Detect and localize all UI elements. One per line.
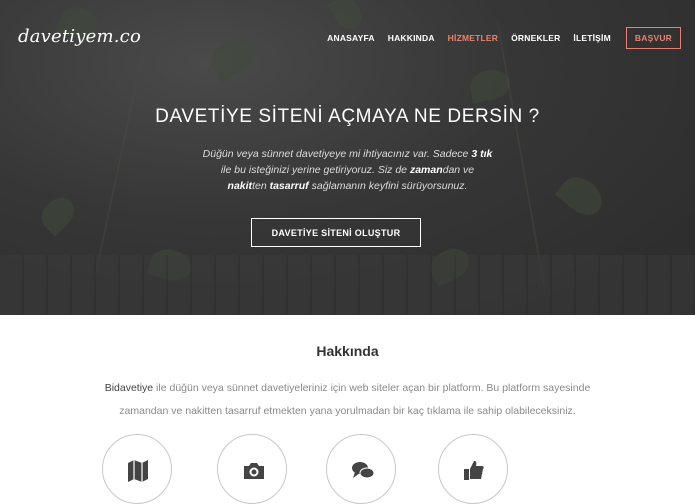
hero-line-1: Düğün veya sünnet davetiyeye mi ihtiyacı…	[202, 148, 493, 160]
nav-item-hizmetler[interactable]: HİZMETLER	[448, 33, 498, 43]
feature-chat[interactable]	[326, 434, 396, 504]
create-site-button[interactable]: DAVETİYE SİTENİ OLUŞTUR	[251, 218, 421, 247]
about-line-2: zamandan ve nakitten tasarruf etmekten y…	[119, 405, 576, 417]
hero-title: DAVETİYE SİTENİ AÇMAYA NE DERSİN ?	[155, 106, 540, 127]
feature-map[interactable]	[102, 434, 172, 504]
about-title: Hakkında	[316, 343, 379, 359]
nav-item-ornekler[interactable]: ÖRNEKLER	[511, 33, 560, 43]
hero-line-2: ile bu isteğinizi yerine getiriyoruz. Si…	[220, 164, 475, 176]
chat-icon	[352, 462, 375, 479]
hero-line-3: nakitten tasarruf sağlamanın keyfini sür…	[227, 180, 468, 192]
apply-button[interactable]: BAŞVUR	[625, 27, 681, 49]
hero-description: Düğün veya sünnet davetiyeye mi ihtiyacı…	[0, 146, 695, 194]
about-section: Hakkında Bidavetiye ile düğün veya sünne…	[0, 315, 695, 504]
thumbs-up-icon	[464, 461, 484, 480]
leaf-decoration	[35, 191, 81, 237]
nav-item-anasayfa[interactable]: ANASAYFA	[327, 33, 375, 43]
site-logo[interactable]: davetiyem.co	[18, 26, 141, 47]
about-description: Bidavetiye ile düğün veya sünnet davetiy…	[0, 377, 695, 423]
about-line-1: Bidavetiye ile düğün veya sünnet davetiy…	[104, 382, 591, 394]
map-icon	[128, 460, 148, 482]
camera-icon	[244, 463, 264, 479]
nav-menu: ANASAYFA HAKKINDA HİZMETLER ÖRNEKLER İLE…	[314, 27, 681, 49]
feature-camera[interactable]	[217, 434, 287, 504]
nav-item-hakkinda[interactable]: HAKKINDA	[388, 33, 435, 43]
navbar: davetiyem.co ANASAYFA HAKKINDA HİZMETLER…	[0, 0, 695, 76]
hero-section: davetiyem.co ANASAYFA HAKKINDA HİZMETLER…	[0, 0, 695, 315]
feature-like[interactable]	[438, 434, 508, 504]
fence-decoration	[0, 255, 695, 315]
nav-item-iletisim[interactable]: İLETİŞİM	[573, 33, 611, 43]
